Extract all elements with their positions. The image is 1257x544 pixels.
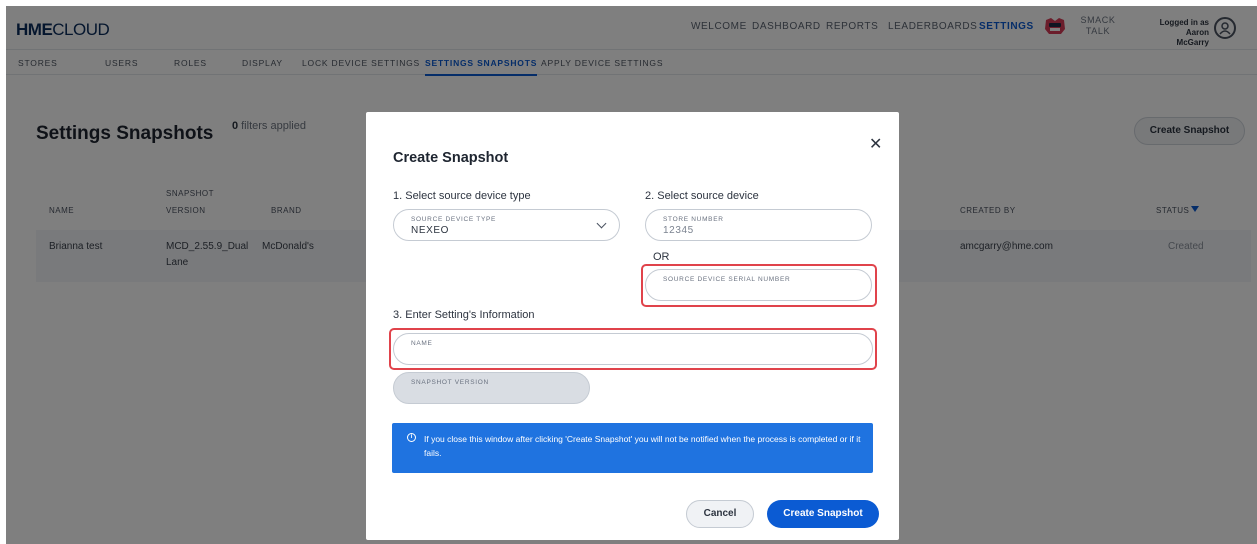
info-text: If you close this window after clicking …: [424, 434, 861, 458]
snapshot-version-field: SNAPSHOT VERSION: [393, 372, 590, 404]
chevron-down-icon: [596, 218, 607, 229]
name-field[interactable]: NAME: [393, 333, 873, 365]
create-snapshot-submit-button[interactable]: Create Snapshot: [767, 500, 879, 528]
app-window: HMECLOUD WELCOME DASHBOARD REPORTS LEADE…: [6, 6, 1257, 544]
close-icon[interactable]: ✕: [869, 134, 882, 154]
cancel-button[interactable]: Cancel: [686, 500, 754, 528]
info-banner: i If you close this window after clickin…: [392, 423, 873, 473]
step-3-label: 3. Enter Setting's Information: [393, 309, 535, 321]
create-snapshot-modal: ✕ Create Snapshot 1. Select source devic…: [366, 112, 899, 540]
source-device-type-select[interactable]: SOURCE DEVICE TYPE NEXEO: [393, 209, 620, 241]
source-device-serial-number-field[interactable]: SOURCE DEVICE SERIAL NUMBER: [645, 269, 872, 301]
info-icon: i: [407, 433, 416, 442]
step-1-label: 1. Select source device type: [393, 190, 531, 202]
step-2-label: 2. Select source device: [645, 190, 759, 202]
or-separator: OR: [653, 251, 670, 263]
store-number-field[interactable]: STORE NUMBER 12345: [645, 209, 872, 241]
modal-title: Create Snapshot: [393, 150, 509, 166]
